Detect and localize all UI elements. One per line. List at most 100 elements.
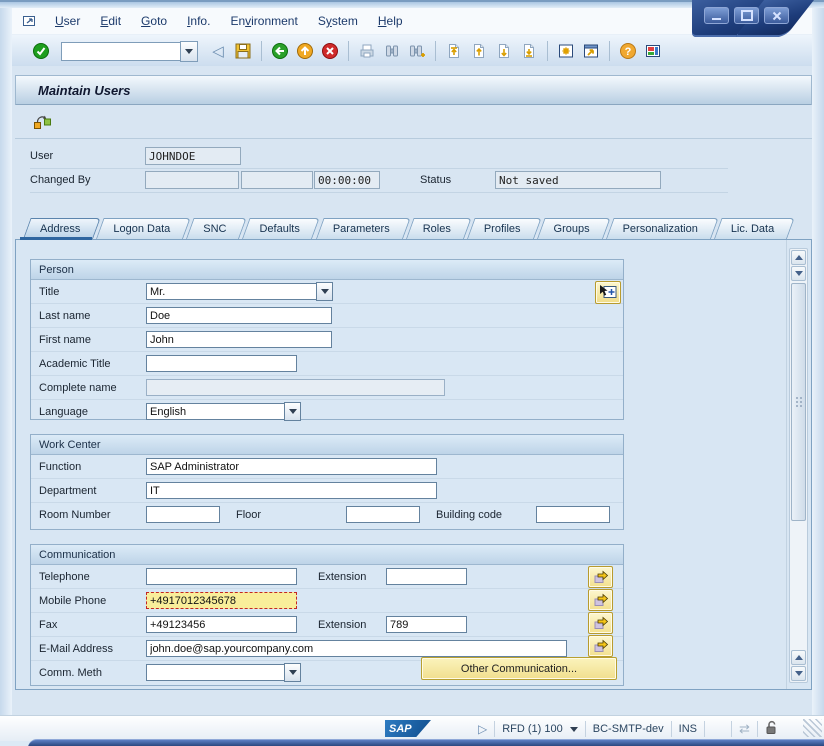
system-field[interactable]: RFD (1) 100 bbox=[502, 723, 563, 735]
last-name-field[interactable] bbox=[146, 307, 332, 324]
last-name-row: Last name bbox=[31, 304, 623, 328]
mobile-phone-field[interactable] bbox=[146, 592, 297, 609]
command-field-dropdown[interactable] bbox=[180, 41, 198, 62]
menu-help[interactable]: Help bbox=[369, 11, 412, 31]
back-icon[interactable] bbox=[269, 40, 291, 62]
data-transfer-icon: ⇄ bbox=[739, 721, 750, 737]
insert-mode-field[interactable]: INS bbox=[679, 723, 697, 735]
tab-logon-data[interactable]: Logon Data bbox=[96, 218, 183, 239]
email-detail-button[interactable] bbox=[588, 635, 613, 657]
fax-extension-field[interactable] bbox=[386, 616, 467, 633]
previous-page-icon[interactable] bbox=[468, 40, 490, 62]
telephone-extension-field[interactable] bbox=[386, 568, 467, 585]
scrollbar-thumb[interactable] bbox=[791, 283, 806, 521]
address-expand-button[interactable] bbox=[595, 281, 621, 304]
menu-system[interactable]: System bbox=[309, 11, 367, 31]
screen-menu-icon[interactable] bbox=[22, 14, 38, 28]
window-plus-cursor-icon bbox=[598, 284, 618, 301]
exit-icon[interactable] bbox=[294, 40, 316, 62]
first-name-field[interactable] bbox=[146, 331, 332, 348]
create-shortcut-icon[interactable] bbox=[580, 40, 602, 62]
tab-roles[interactable]: Roles bbox=[406, 218, 464, 239]
menu-user[interactable]: User bbox=[46, 11, 89, 31]
new-session-icon[interactable] bbox=[555, 40, 577, 62]
academic-title-row: Academic Title bbox=[31, 352, 623, 376]
telephone-detail-button[interactable] bbox=[588, 566, 613, 588]
changed-by-field[interactable] bbox=[145, 171, 239, 189]
enter-icon[interactable] bbox=[30, 40, 52, 62]
communication-section: Communication Telephone Extension Mobile… bbox=[30, 544, 624, 686]
menu-environment[interactable]: Environment bbox=[221, 11, 306, 31]
window-controls bbox=[692, 0, 820, 40]
title-select[interactable] bbox=[146, 283, 316, 300]
department-field[interactable] bbox=[146, 482, 437, 499]
system-dropdown-icon[interactable] bbox=[570, 727, 578, 736]
building-code-field[interactable] bbox=[536, 506, 610, 523]
menu-info[interactable]: Info. bbox=[178, 11, 219, 31]
tab-defaults[interactable]: Defaults bbox=[242, 218, 312, 239]
help-icon[interactable]: ? bbox=[617, 40, 639, 62]
scroll-up-icon-bottom[interactable] bbox=[791, 650, 806, 665]
tab-personalization[interactable]: Personalization bbox=[606, 218, 711, 239]
scroll-down-icon-bottom[interactable] bbox=[791, 666, 806, 681]
complete-name-label: Complete name bbox=[39, 382, 146, 394]
fax-detail-button[interactable] bbox=[588, 612, 613, 634]
maximize-button[interactable] bbox=[734, 7, 759, 24]
tab-profiles[interactable]: Profiles bbox=[467, 218, 534, 239]
references-icon[interactable] bbox=[29, 110, 55, 134]
department-label: Department bbox=[39, 485, 146, 497]
language-dropdown-icon[interactable] bbox=[284, 402, 301, 421]
customize-layout-icon[interactable] bbox=[642, 40, 664, 62]
find-next-icon[interactable] bbox=[406, 40, 428, 62]
save-icon[interactable] bbox=[232, 40, 254, 62]
tab-parameters[interactable]: Parameters bbox=[316, 218, 403, 239]
next-page-icon[interactable] bbox=[493, 40, 515, 62]
title-dropdown-icon[interactable] bbox=[316, 282, 333, 301]
tab-snc[interactable]: SNC bbox=[186, 218, 239, 239]
user-field[interactable] bbox=[145, 147, 241, 165]
detail-arrow-icon bbox=[593, 616, 609, 630]
screen-title-bar: Maintain Users bbox=[15, 75, 812, 106]
fax-field[interactable] bbox=[146, 616, 297, 633]
telephone-field[interactable] bbox=[146, 568, 297, 585]
status-bar: SAP ▷ RFD (1) 100 BC-SMTP-dev INS ⇄ bbox=[0, 715, 824, 741]
tab-lic-data[interactable]: Lic. Data bbox=[714, 218, 787, 239]
find-icon[interactable] bbox=[381, 40, 403, 62]
menu-edit[interactable]: Edit bbox=[91, 11, 130, 31]
last-page-icon[interactable] bbox=[518, 40, 540, 62]
print-icon[interactable] bbox=[356, 40, 378, 62]
language-select[interactable] bbox=[146, 403, 284, 420]
command-input[interactable] bbox=[61, 42, 180, 61]
complete-name-row: Complete name bbox=[31, 376, 623, 400]
status-expand-icon[interactable]: ▷ bbox=[478, 722, 487, 736]
fax-label: Fax bbox=[39, 619, 146, 631]
floor-field[interactable] bbox=[346, 506, 420, 523]
scroll-up-icon[interactable] bbox=[791, 250, 806, 265]
room-number-field[interactable] bbox=[146, 506, 220, 523]
minimize-button[interactable] bbox=[704, 7, 729, 24]
scroll-down-icon[interactable] bbox=[791, 266, 806, 281]
person-section: Person Title Last name First name Academ… bbox=[30, 259, 624, 420]
resize-grip[interactable] bbox=[803, 719, 822, 737]
mobile-detail-button[interactable] bbox=[588, 589, 613, 611]
menu-goto[interactable]: Goto bbox=[132, 11, 176, 31]
collapse-icon[interactable]: ◁ bbox=[207, 40, 229, 62]
changed-time-field[interactable] bbox=[314, 171, 380, 189]
tab-address[interactable]: Address bbox=[23, 218, 93, 239]
status-label: Status bbox=[420, 174, 451, 186]
email-field[interactable] bbox=[146, 640, 567, 657]
other-communication-button[interactable]: Other Communication... bbox=[421, 657, 617, 680]
function-field[interactable] bbox=[146, 458, 437, 475]
close-button[interactable] bbox=[764, 7, 789, 24]
tab-groups[interactable]: Groups bbox=[537, 218, 603, 239]
status-field[interactable] bbox=[495, 171, 661, 189]
first-page-icon[interactable] bbox=[443, 40, 465, 62]
vertical-scrollbar[interactable] bbox=[789, 248, 808, 683]
comm-meth-dropdown-icon[interactable] bbox=[284, 663, 301, 682]
changed-date-field[interactable] bbox=[241, 171, 313, 189]
cancel-icon[interactable] bbox=[319, 40, 341, 62]
comm-meth-select[interactable] bbox=[146, 664, 284, 681]
detail-arrow-icon bbox=[593, 593, 609, 607]
first-name-label: First name bbox=[39, 334, 146, 346]
academic-title-field[interactable] bbox=[146, 355, 297, 372]
